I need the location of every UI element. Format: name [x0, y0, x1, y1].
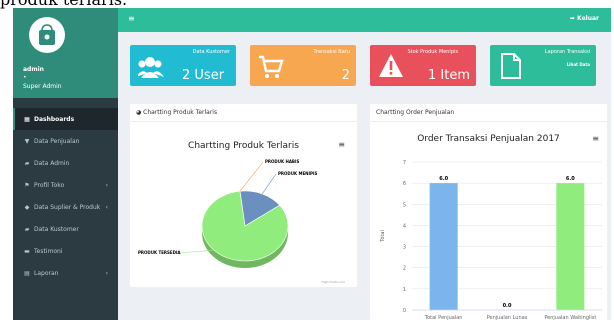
sidebar-item-label: Testimoni	[34, 247, 63, 255]
y-tick-label: 1	[403, 287, 406, 293]
sidebar-item-profil-toko[interactable]: ⚑ Profil Toko ‹	[13, 174, 118, 196]
customers-icon: ▰	[24, 225, 30, 233]
admin-app: admin • Super Admin ▦ Dashboards ▼ Data Pen…	[13, 8, 611, 320]
stat-value: 2	[341, 68, 350, 83]
document-icon	[501, 53, 521, 79]
pie-slice-label: PRODUK TERSEDIA	[138, 250, 181, 255]
stat-box-laporan-transaksi[interactable]: Laporan Transaksi Lihat Data	[490, 45, 596, 86]
x-tick-label: Penjualan Lunas	[487, 315, 528, 320]
pie-chart-panel: ◕ Chartting Produk Terlaris Chartting Pr…	[130, 104, 357, 287]
stat-label: Data Kustomer	[192, 49, 230, 55]
sidebar-item-data-suplier-produk[interactable]: ◆ Data Suplier & Produk ‹	[13, 196, 118, 218]
bar-chart-title: Order Transaksi Penjualan 2017	[417, 134, 560, 144]
avatar	[29, 17, 65, 53]
users-icon	[138, 57, 164, 78]
report-icon: ▤	[24, 269, 30, 277]
warning-icon	[379, 54, 403, 77]
shopping-bag-icon	[39, 24, 55, 45]
store-icon: ⚑	[24, 181, 30, 189]
sidebar-item-testimoni[interactable]: ▬ Testimoni	[13, 240, 118, 262]
stat-label: Laporan Transaksi	[544, 49, 590, 55]
chevron-left-icon: ‹	[105, 269, 108, 277]
bar-data-label: 6.0	[439, 176, 448, 182]
bar-data-label: 0.0	[503, 303, 512, 309]
chevron-left-icon: ‹	[105, 181, 108, 189]
topbar: ≡ ➦ Keluar	[118, 8, 611, 32]
pie-chart: PRODUK HABIS PRODUK MENIPIS PRODUK TERSEDI…	[138, 159, 317, 268]
stat-box-data-kustomer[interactable]: Data Kustomer 2 User	[130, 45, 236, 86]
user-role: Super Admin	[23, 83, 62, 90]
y-tick-label: 7	[403, 160, 406, 166]
sidebar-item-data-admin[interactable]: ▰ Data Admin	[13, 152, 118, 174]
sidebar-item-label: Data Admin	[34, 159, 70, 167]
cart-icon: ▼	[24, 137, 30, 145]
stat-value: 2 User	[182, 68, 225, 83]
online-status-dot: •	[23, 74, 27, 81]
chart-menu-icon[interactable]: ≡	[338, 140, 345, 149]
x-tick-label: Penjualan Waitinglist	[544, 315, 596, 320]
y-tick-label: 2	[403, 266, 406, 272]
sidebar-item-laporan[interactable]: ▤ Laporan ‹	[13, 262, 118, 284]
sidebar: admin • Super Admin ▦ Dashboards ▼ Data Pen…	[13, 8, 118, 320]
x-tick-label: Total Penjualan	[424, 315, 463, 320]
y-axis-label: Total	[380, 230, 386, 243]
sidebar-menu: ▦ Dashboards ▼ Data Penjualan ▰ Data Admin ⚑ Pr…	[13, 108, 118, 284]
sidebar-item-label: Laporan	[34, 269, 59, 277]
bar-chart: 0 1 2 3 4 5 6 7 Total 6.0 Total Penjualan 0.0 Penjua…	[380, 160, 602, 320]
y-tick-label: 0	[403, 308, 406, 314]
user-name: admin	[23, 66, 44, 73]
sidebar-item-label: Data Penjualan	[34, 137, 80, 145]
sidebar-item-data-penjualan[interactable]: ▼ Data Penjualan	[13, 130, 118, 152]
y-tick-label: 3	[403, 245, 406, 251]
chart-credit: Highcharts.com	[321, 280, 345, 284]
sidebar-item-label: Profil Toko	[34, 181, 65, 189]
sidebar-item-label: Data Kustomer	[34, 225, 79, 233]
stat-box-transaksi-baru[interactable]: Transaksi Baru 2	[250, 45, 356, 86]
sidebar-item-label: Dashboards	[34, 115, 75, 123]
sidebar-item-data-kustomer[interactable]: ▰ Data Kustomer	[13, 218, 118, 240]
chart-menu-icon[interactable]: ≡	[592, 134, 599, 143]
y-tick-label: 4	[403, 223, 406, 229]
pie-leader-line	[261, 173, 277, 195]
shopping-cart-icon	[259, 55, 284, 78]
panel-title: Chartting Order Penjualan	[370, 104, 607, 122]
pie-leader-line	[239, 161, 264, 192]
comments-icon: ▬	[24, 247, 30, 255]
pie-slice-label: PRODUK MENIPIS	[278, 171, 317, 176]
pie-leader-line	[177, 249, 214, 254]
bar[interactable]	[556, 183, 585, 310]
stat-box-stok-produk-menipis[interactable]: Stok Produk Menipis 1 Item	[370, 45, 476, 86]
bar-data-label: 6.0	[566, 176, 575, 182]
users-icon: ▰	[24, 159, 30, 167]
tag-icon: ◆	[24, 203, 30, 211]
stat-link[interactable]: Lihat Data	[567, 62, 590, 67]
pie-chart-title: Chartting Produk Terlaris	[188, 141, 299, 151]
stat-label: Stok Produk Menipis	[407, 49, 458, 55]
bar[interactable]	[429, 183, 458, 310]
sidebar-item-dashboards[interactable]: ▦ Dashboards	[13, 108, 118, 130]
stat-label: Transaksi Baru	[313, 49, 350, 55]
dashboard-icon: ▦	[24, 115, 30, 123]
hamburger-icon[interactable]: ≡	[128, 14, 135, 23]
y-tick-label: 5	[403, 202, 406, 208]
logout-button[interactable]: ➦ Keluar	[570, 15, 599, 22]
panel-title: ◕ Chartting Produk Terlaris	[130, 104, 357, 122]
stat-value: 1 Item	[428, 68, 470, 83]
sidebar-item-label: Data Suplier & Produk	[34, 203, 101, 211]
chevron-left-icon: ‹	[105, 203, 108, 211]
pie-slice-label: PRODUK HABIS	[265, 159, 299, 164]
page-caption: produk terlaris.	[0, 0, 127, 9]
y-tick-label: 6	[403, 181, 406, 187]
user-panel: admin • Super Admin	[13, 8, 118, 98]
bar-chart-panel: Chartting Order Penjualan Order Transaks…	[370, 104, 607, 320]
